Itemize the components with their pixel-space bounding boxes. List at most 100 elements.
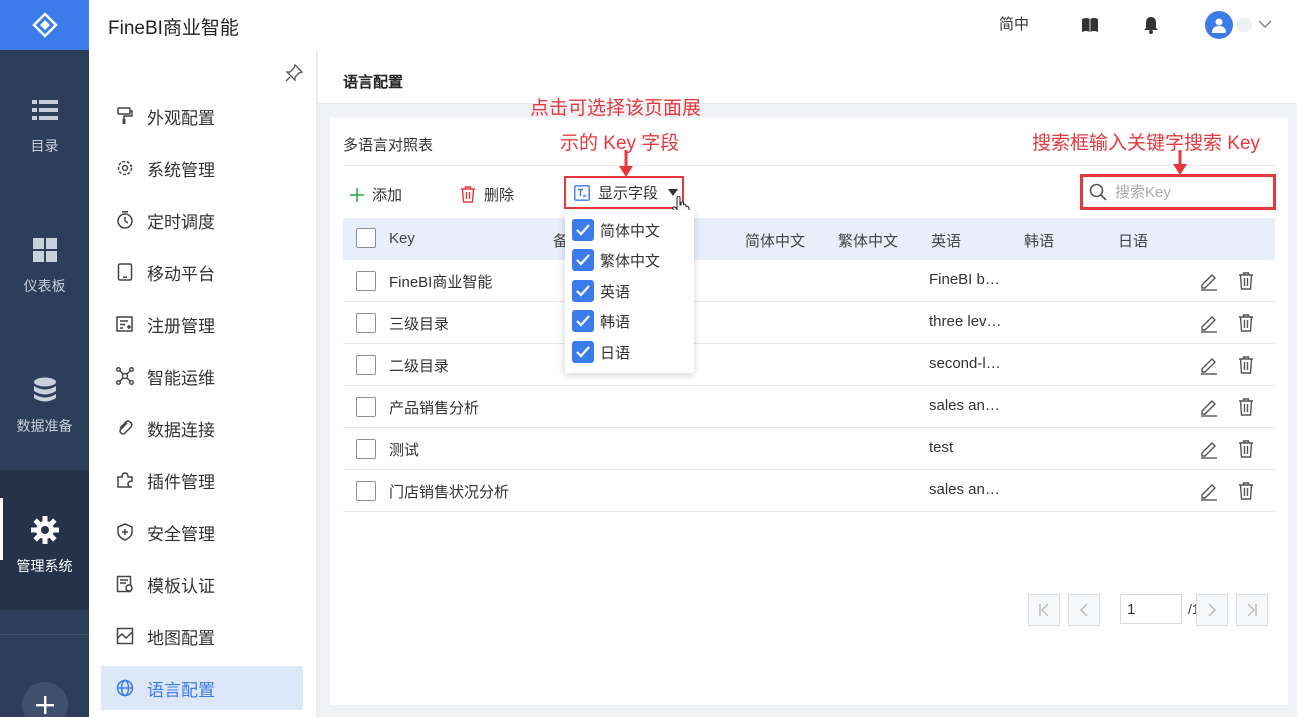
rail-divider bbox=[0, 634, 89, 635]
sidebar-item-label: 插件管理 bbox=[147, 472, 215, 492]
row-checkbox[interactable] bbox=[356, 439, 376, 459]
sidebar-item-label: 地图配置 bbox=[147, 628, 215, 648]
bell-icon[interactable] bbox=[1142, 16, 1160, 34]
help-book-icon[interactable] bbox=[1081, 16, 1099, 34]
trash-icon[interactable] bbox=[1236, 271, 1256, 291]
page-header: 语言配置 bbox=[318, 50, 1297, 104]
field-option-ko[interactable]: 韩语 bbox=[572, 308, 630, 334]
row-checkbox[interactable] bbox=[356, 271, 376, 291]
sidebar-item-map[interactable]: 地图配置 bbox=[101, 614, 303, 658]
search-input[interactable] bbox=[1115, 183, 1255, 201]
search-box[interactable] bbox=[1080, 174, 1276, 210]
sidebar-item-data-connection[interactable]: 数据连接 bbox=[101, 406, 303, 450]
trash-icon[interactable] bbox=[1236, 481, 1256, 501]
checkbox-checked[interactable] bbox=[572, 341, 594, 363]
last-page-button[interactable] bbox=[1236, 594, 1268, 626]
app-title: FineBI商业智能 bbox=[108, 18, 239, 39]
sidebar-item-schedule[interactable]: 定时调度 bbox=[101, 198, 303, 242]
trash-icon[interactable] bbox=[1236, 355, 1256, 375]
rail-item-data-prep[interactable]: 数据准备 bbox=[0, 330, 89, 470]
sidebar-item-label: 语言配置 bbox=[147, 680, 215, 700]
edit-icon[interactable] bbox=[1199, 481, 1219, 501]
col-en: 英语 bbox=[931, 233, 962, 250]
row-checkbox[interactable] bbox=[356, 397, 376, 417]
checkbox-checked[interactable] bbox=[572, 219, 594, 241]
sidebar-item-system[interactable]: 系统管理 bbox=[101, 146, 303, 190]
sidebar-item-appearance[interactable]: 外观配置 bbox=[101, 94, 303, 138]
table-row[interactable]: 门店销售状况分析 sales an… bbox=[343, 470, 1275, 512]
trash-icon[interactable] bbox=[1236, 397, 1256, 417]
first-page-button[interactable] bbox=[1028, 594, 1060, 626]
cell-en: FineBI b… bbox=[929, 271, 1000, 288]
first-page-icon bbox=[1039, 603, 1049, 617]
user-icon bbox=[1212, 18, 1226, 33]
sidebar-item-plugins[interactable]: 插件管理 bbox=[101, 458, 303, 502]
sidebar-item-template-cert[interactable]: 模板认证 bbox=[101, 562, 303, 606]
checkbox-checked[interactable] bbox=[572, 280, 594, 302]
checkbox-checked[interactable] bbox=[572, 310, 594, 332]
plus-icon bbox=[36, 696, 54, 714]
table-row[interactable]: 三级目录 three lev… bbox=[343, 302, 1275, 344]
edit-icon[interactable] bbox=[1199, 355, 1219, 375]
sidebar-item-register[interactable]: 注册管理 bbox=[101, 302, 303, 346]
delete-label: 删除 bbox=[484, 187, 515, 204]
logo[interactable] bbox=[0, 0, 89, 50]
add-button[interactable]: 添加 bbox=[350, 184, 402, 205]
row-checkbox[interactable] bbox=[356, 355, 376, 375]
field-option-en[interactable]: 英语 bbox=[572, 278, 630, 304]
chevron-right-icon bbox=[1208, 603, 1217, 617]
delete-button[interactable]: 删除 bbox=[460, 184, 514, 205]
table-row[interactable]: FineBI商业智能 FineBI b… bbox=[343, 260, 1275, 302]
rail-item-label: 管理系统 bbox=[16, 558, 73, 574]
annotation-arrow-icon bbox=[619, 150, 633, 177]
sidebar-item-label: 安全管理 bbox=[147, 524, 215, 544]
sidebar-item-label: 定时调度 bbox=[147, 212, 215, 232]
rail-item-dashboard[interactable]: 仪表板 bbox=[0, 190, 89, 330]
sidebar-item-ops[interactable]: 智能运维 bbox=[101, 354, 303, 398]
sidebar-item-mobile[interactable]: 移动平台 bbox=[101, 250, 303, 294]
shield-icon bbox=[117, 523, 133, 541]
next-page-button[interactable] bbox=[1196, 594, 1228, 626]
table-row[interactable]: 测试 test bbox=[343, 428, 1275, 470]
page-number-input[interactable] bbox=[1120, 594, 1182, 624]
select-all-checkbox[interactable] bbox=[356, 228, 376, 248]
database-icon bbox=[33, 377, 56, 402]
chevron-down-icon[interactable] bbox=[1257, 16, 1273, 32]
rail-add-button[interactable] bbox=[22, 682, 68, 717]
sidebar-item-security[interactable]: 安全管理 bbox=[101, 510, 303, 554]
edit-icon[interactable] bbox=[1199, 439, 1219, 459]
edit-icon[interactable] bbox=[1199, 271, 1219, 291]
table-row[interactable]: 产品销售分析 sales an… bbox=[343, 386, 1275, 428]
translation-panel: 多语言对照表 添加 删除 显示字段 Key 备 简体中文 繁体中文 bbox=[330, 118, 1288, 705]
row-checkbox[interactable] bbox=[356, 481, 376, 501]
gear-icon bbox=[117, 160, 133, 176]
pin-icon[interactable] bbox=[285, 64, 303, 82]
check-icon bbox=[576, 285, 590, 297]
show-fields-button[interactable]: 显示字段 bbox=[564, 176, 684, 209]
table-row[interactable]: 二级目录 second-l… bbox=[343, 344, 1275, 386]
plus-icon bbox=[350, 187, 364, 202]
sidebar-item-label: 数据连接 bbox=[147, 420, 215, 440]
field-option-zh-tw[interactable]: 繁体中文 bbox=[572, 247, 660, 273]
sidebar-item-language[interactable]: 语言配置 bbox=[101, 666, 303, 710]
checkbox-checked[interactable] bbox=[572, 249, 594, 271]
cell-key: 二级目录 bbox=[389, 358, 450, 375]
last-page-icon bbox=[1247, 603, 1257, 617]
edit-icon[interactable] bbox=[1199, 313, 1219, 333]
rail-item-admin[interactable]: 管理系统 bbox=[0, 470, 89, 610]
prev-page-button[interactable] bbox=[1068, 594, 1100, 626]
annotation-fields-line1: 点击可选择该页面展 bbox=[530, 98, 702, 119]
row-checkbox[interactable] bbox=[356, 313, 376, 333]
field-option-label: 韩语 bbox=[600, 313, 631, 331]
rail-item-catalog[interactable]: 目录 bbox=[0, 50, 89, 190]
language-switch[interactable]: 简中 bbox=[999, 13, 1029, 34]
trash-icon[interactable] bbox=[1236, 439, 1256, 459]
edit-icon[interactable] bbox=[1199, 397, 1219, 417]
field-option-ja[interactable]: 日语 bbox=[572, 339, 630, 365]
avatar[interactable] bbox=[1205, 11, 1233, 39]
field-option-zh-cn[interactable]: 简体中文 bbox=[572, 217, 660, 243]
check-icon bbox=[576, 315, 590, 327]
search-icon bbox=[1089, 183, 1107, 201]
trash-icon[interactable] bbox=[1236, 313, 1256, 333]
paint-roller-icon bbox=[117, 107, 133, 124]
